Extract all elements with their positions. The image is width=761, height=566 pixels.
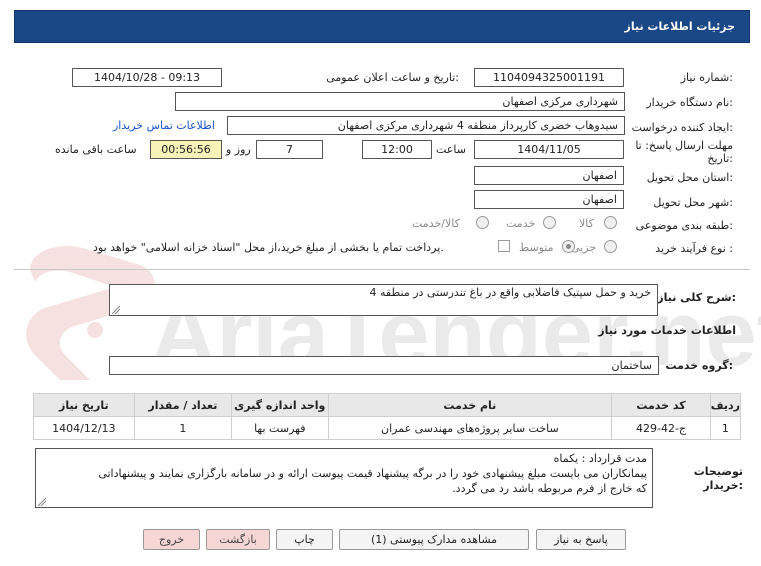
col-name: نام خدمت	[327, 393, 613, 417]
buyer-org-field: شهرداری مرکزی اصفهان	[175, 92, 625, 111]
deadline-time-field: 12:00	[362, 140, 432, 159]
col-code: کد خدمت	[611, 393, 711, 417]
category-radio-service[interactable]	[543, 216, 556, 229]
view-attachments-button[interactable]: مشاهده مدارک پیوستی (1)	[339, 529, 529, 550]
table-row: 1 ج-42-429 ساخت سایر پروژه‌های مهندسی عم…	[33, 416, 742, 440]
need-number-field: 1104094325001191	[474, 68, 624, 87]
category-option-goods: کالا	[579, 217, 594, 230]
deadline-date-field: 1404/11/05	[474, 140, 624, 159]
services-section-title: اطلاعات خدمات مورد نیاز	[598, 324, 736, 337]
treasury-payment-note: پرداخت تمام یا بخشی از مبلغ خرید،از محل …	[93, 241, 444, 254]
service-group-field: ساختمان	[109, 356, 659, 375]
announce-date-field: 1404/10/28 - 09:13	[72, 68, 222, 87]
city-field: اصفهان	[474, 190, 624, 209]
notes-line-2: پیمانکاران می بایست مبلغ پیشنهادی خود را…	[98, 467, 647, 480]
category-option-service: خدمت	[506, 217, 536, 230]
table-header-row: ردیف کد خدمت نام خدمت واحد اندازه گیری ت…	[33, 393, 742, 417]
category-option-both: کالا/خدمت	[412, 217, 460, 230]
process-option-medium: متوسط	[519, 241, 554, 254]
category-label: طبقه بندی موضوعی:	[635, 219, 733, 232]
cell-qty: 1	[133, 416, 233, 440]
print-button[interactable]: چاپ	[276, 529, 333, 550]
category-radio-goods[interactable]	[604, 216, 617, 229]
process-radio-minor[interactable]	[604, 240, 617, 253]
resize-grip-icon[interactable]	[112, 306, 120, 314]
reply-button[interactable]: پاسخ به نیاز	[536, 529, 626, 550]
province-label: استان محل تحویل:	[646, 171, 733, 184]
buyer-notes-field: مدت قرارداد : یکماه پیمانکاران می بایست …	[35, 448, 653, 508]
summary-field: خرید و حمل سپتیک فاضلابی واقع در باغ تند…	[109, 284, 658, 316]
process-type-label: نوع فرآیند خرید :	[655, 242, 733, 255]
services-table: ردیف کد خدمت نام خدمت واحد اندازه گیری ت…	[33, 393, 742, 440]
days-label: روز و	[226, 143, 251, 156]
cell-name: ساخت سایر پروژه‌های مهندسی عمران	[327, 416, 613, 440]
col-date: تاریخ نیاز	[33, 393, 135, 417]
buyer-contact-link[interactable]: اطلاعات تماس خریدار	[113, 119, 215, 132]
remaining-time-field: 00:56:56	[150, 140, 222, 159]
notes-label-2: خریدار:	[703, 479, 743, 492]
need-number-label: شماره نیاز:	[680, 71, 733, 84]
summary-label: شرح کلی نیاز:	[657, 291, 736, 304]
cell-code: ج-42-429	[611, 416, 711, 440]
col-qty: تعداد / مقدار	[133, 393, 233, 417]
notes-line-1: مدت قرارداد : یکماه	[553, 452, 647, 465]
cell-date: 1404/12/13	[33, 416, 135, 440]
deadline-time-label: ساعت	[436, 143, 466, 156]
province-field: اصفهان	[474, 166, 624, 185]
col-row: ردیف	[709, 393, 742, 417]
cell-row: 1	[709, 416, 742, 440]
deadline-label-date: تاریخ:	[707, 152, 733, 165]
cell-unit: فهرست بها	[231, 416, 329, 440]
notes-line-3: که خارج از فرم مربوطه باشد رد می گردد.	[452, 482, 647, 495]
remaining-label: ساعت باقی مانده	[55, 143, 137, 156]
col-unit: واحد اندازه گیری	[231, 393, 329, 417]
category-radio-both[interactable]	[476, 216, 489, 229]
remaining-days-field: 7	[256, 140, 323, 159]
treasury-payment-checkbox[interactable]	[498, 240, 510, 252]
back-button[interactable]: بازگشت	[206, 529, 270, 550]
creator-field: سیدوهاب خضری کارپرداز منطقه 4 شهرداری مر…	[227, 116, 625, 135]
title-bar: جزئیات اطلاعات نیاز	[14, 10, 750, 43]
service-group-label: گروه خدمت:	[665, 359, 733, 372]
city-label: شهر محل تحویل:	[653, 196, 733, 209]
page-title: جزئیات اطلاعات نیاز	[624, 20, 736, 33]
deadline-label: مهلت ارسال پاسخ: تا	[635, 139, 733, 152]
notes-resize-grip-icon[interactable]	[38, 498, 46, 506]
announce-date-label: تاریخ و ساعت اعلان عمومی:	[326, 71, 459, 84]
buyer-org-label: نام دستگاه خریدار:	[646, 96, 733, 109]
creator-label: ایجاد کننده درخواست:	[631, 121, 733, 134]
notes-label: توضیحات	[693, 465, 743, 478]
process-radio-medium[interactable]	[562, 240, 575, 253]
exit-button[interactable]: خروج	[143, 529, 200, 550]
section-divider	[14, 269, 750, 270]
